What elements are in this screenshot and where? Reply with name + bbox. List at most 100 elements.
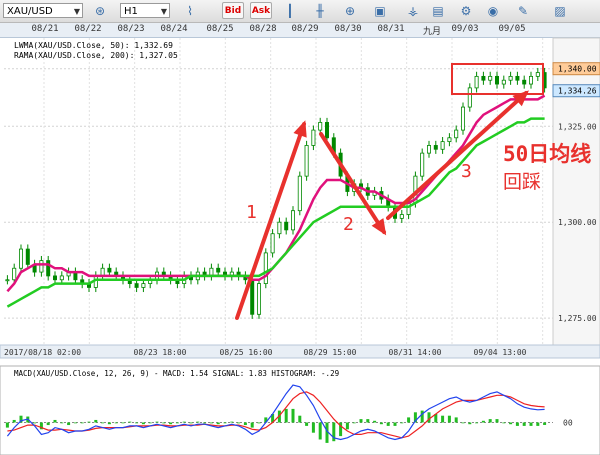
current-price-label: 1,334.26 [558,87,597,96]
candle-body [440,141,445,150]
candle-body [216,267,221,273]
candle-body [460,106,465,131]
macd-histogram-bar [141,422,145,425]
macd-histogram-bar [87,421,91,423]
bottom-time-label: 08/23 18:00 [134,348,187,357]
candle-body [318,122,323,131]
macd-histogram-bar [495,419,499,423]
macd-histogram-bar [305,422,309,426]
macd-histogram-bar [162,422,166,424]
macd-histogram-bar [420,410,424,423]
candle-body [277,221,282,235]
candle-body [270,233,275,254]
candle-body [46,260,51,277]
candle-body [447,137,452,143]
macd-histogram-bar [182,421,186,423]
macd-histogram-bar [148,422,152,424]
macd-legend: MACD(XAU/USD.Close, 12, 26, 9) - MACD: 1… [14,369,339,378]
macd-histogram-bar [67,422,71,426]
candle-body [399,214,404,219]
candle-body [12,267,17,281]
candle-body [107,267,112,273]
candle-body [535,72,540,77]
candle-body [304,145,309,177]
candle-body [18,248,23,269]
macd-histogram-bar [237,422,241,424]
macd-histogram-bar [359,419,363,423]
macd-histogram-bar [373,420,377,423]
macd-histogram-bar [121,422,125,424]
wave-3-label: 3 [461,161,472,182]
macd-histogram-bar [257,422,261,424]
macd-histogram-bar [475,422,479,424]
lwma-legend: LWMA(XAU/USD.Close, 50): 1,332.69 [14,41,173,50]
candle-body [5,279,10,282]
macd-histogram-bar [488,419,492,423]
candle-body [474,75,479,89]
candle-body [515,75,520,81]
candle-body [420,152,425,177]
candle-body [406,202,411,215]
candle-body [501,79,506,85]
candle-body [529,75,534,85]
price-tick-label: 1,325.00 [558,122,597,131]
candle-body [494,75,499,85]
candle-body [25,248,30,265]
bottom-time-label: 08/29 15:00 [304,348,357,357]
macd-histogram-bar [291,408,295,423]
macd-histogram-bar [155,421,159,423]
price-chart[interactable]: 1,275.00 1,300.00 1,325.00 1,340.00 1,334.26… [0,0,600,455]
macd-histogram-bar [196,421,200,423]
macd-histogram-bar [461,422,465,424]
wave-2-label: 2 [343,214,354,235]
macd-histogram-bar [53,419,57,423]
macd-histogram-bar [135,422,139,424]
macd-histogram-bar [250,422,254,428]
macd-histogram-bar [223,422,227,424]
macd-zero-label: 00 [563,419,573,428]
macd-histogram-bar [345,422,349,430]
bottom-time-label: 08/31 14:00 [389,348,442,357]
candle-body [481,75,486,81]
price-axis-panel [552,37,600,346]
macd-histogram-bar [243,422,247,426]
macd-histogram-bar [393,422,397,426]
candle-body [297,175,302,212]
candle-body [39,260,44,273]
macd-histogram-bar [209,422,213,424]
macd-histogram-bar [33,422,37,424]
macd-histogram-bar [230,421,234,423]
price-tick-label: 1,275.00 [558,314,597,323]
macd-histogram-bar [284,408,288,423]
macd-histogram-bar [536,422,540,426]
macd-histogram-bar [509,422,513,425]
candle-body [284,221,289,231]
macd-histogram-bar [114,422,118,424]
macd-histogram-bar [128,421,132,423]
macd-histogram-bar [189,422,193,424]
macd-histogram-bar [311,422,315,433]
macd-histogram-bar [5,422,9,428]
candle-body [454,129,459,139]
candle-body [134,283,139,288]
bottom-time-label: 09/04 13:00 [474,348,527,357]
macd-histogram-bar [107,422,111,425]
macd-histogram-bar [94,419,98,423]
candle-body [433,145,438,150]
macd-histogram-bar [101,422,105,424]
ma-note-line2: 回踩 [503,171,541,193]
candle-body [508,75,513,81]
candle-body [488,75,493,81]
candle-body [256,283,261,315]
candle-body [467,87,472,108]
macd-histogram-bar [386,422,390,426]
macd-histogram-bar [169,422,173,425]
candle-body [263,252,268,284]
macd-histogram-bar [522,422,526,426]
price-marker-top-label: 1,340.00 [558,65,597,74]
macd-histogram-bar [203,422,207,424]
macd-histogram-bar [73,422,77,424]
macd-histogram-bar [175,422,179,424]
macd-histogram-bar [46,422,50,426]
macd-histogram-bar [216,422,220,425]
